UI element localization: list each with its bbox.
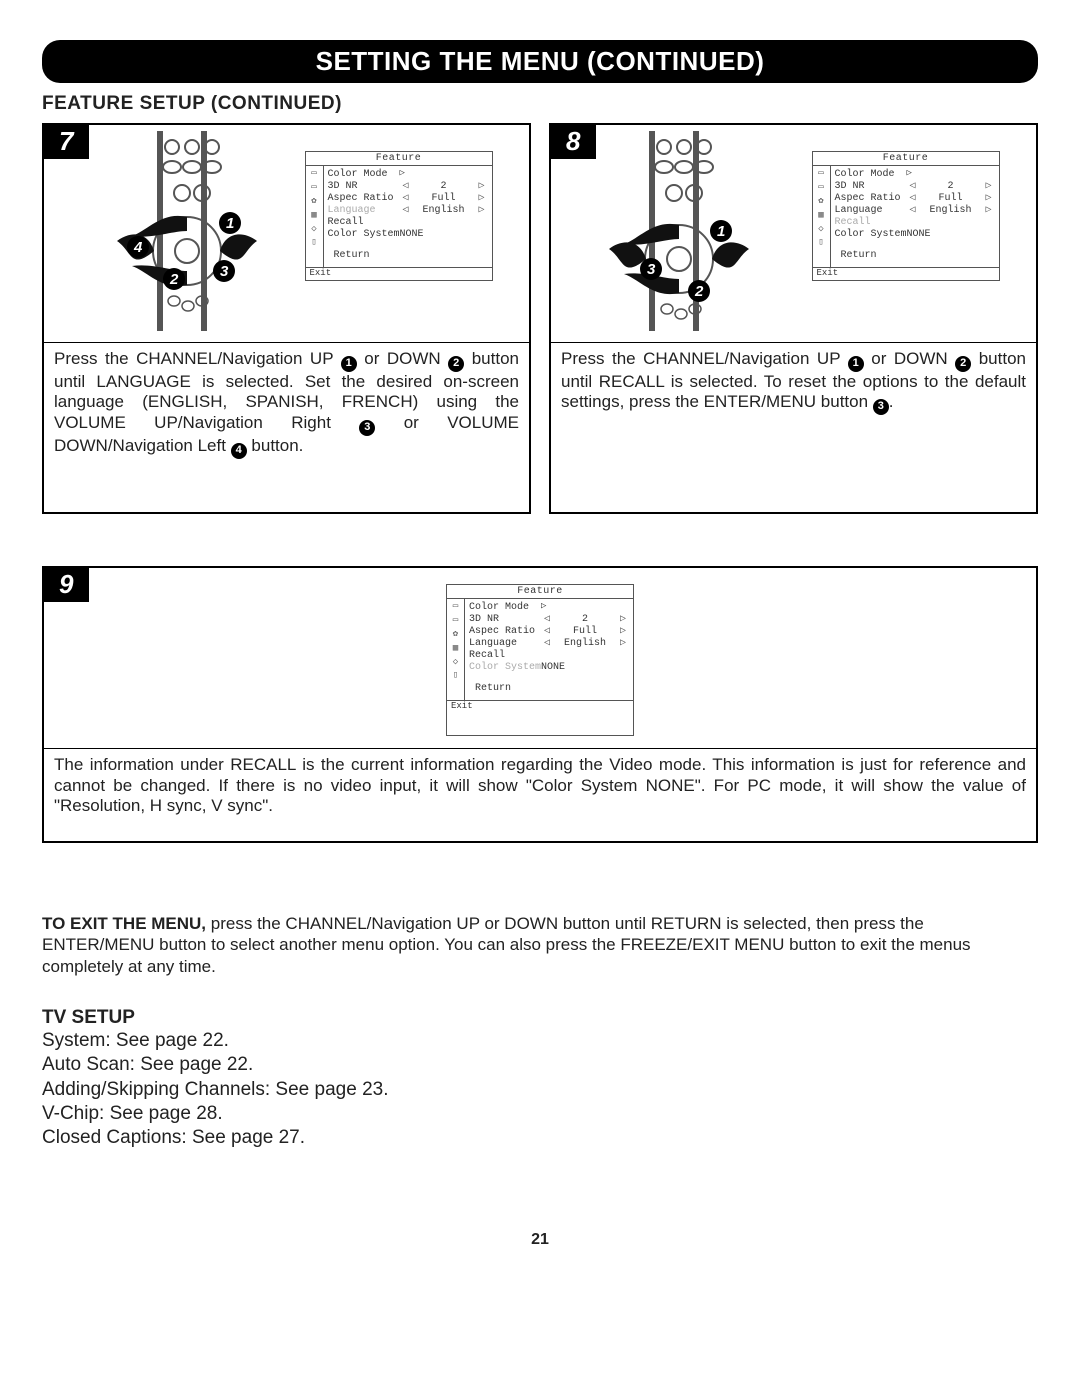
step-number-badge: 8 bbox=[550, 124, 596, 159]
svg-text:3: 3 bbox=[220, 263, 229, 280]
svg-text:3: 3 bbox=[647, 261, 656, 278]
osd-icon-column: ▭ ▭ ✿ ▦ ◇ ▯ bbox=[813, 166, 831, 267]
osd-menu-feature: Feature ▭ ▭ ✿ ▦ ◇ ▯ Color Mode▷ 3D NR◁2▷… bbox=[446, 584, 634, 736]
osd-icon: ▦ bbox=[311, 211, 316, 221]
osd-row-aspect: Aspec Ratio◁Full▷ bbox=[469, 625, 629, 637]
step-number-badge: 7 bbox=[43, 124, 89, 159]
circled-3-icon: 3 bbox=[873, 399, 889, 415]
osd-exit: Exit bbox=[447, 700, 633, 713]
osd-icon: ▦ bbox=[453, 644, 458, 654]
tv-setup-line: System: See page 22. bbox=[42, 1029, 1038, 1053]
osd-icon: ✿ bbox=[311, 197, 316, 207]
circled-4-icon: 4 bbox=[231, 443, 247, 459]
svg-text:2: 2 bbox=[694, 283, 704, 300]
osd-icon: ▦ bbox=[818, 211, 823, 221]
osd-row-3dnr: 3D NR◁2▷ bbox=[835, 180, 995, 192]
exit-menu-note: TO EXIT THE MENU, press the CHANNEL/Navi… bbox=[42, 913, 1038, 977]
osd-row-colormode: Color Mode▷ bbox=[328, 168, 488, 180]
osd-row-aspect: Aspec Ratio◁Full▷ bbox=[328, 192, 488, 204]
feature-setup-subhead: FEATURE SETUP (CONTINUED) bbox=[42, 93, 1038, 115]
tv-setup-line: Closed Captions: See page 27. bbox=[42, 1126, 1038, 1150]
osd-icon: ▭ bbox=[311, 169, 316, 179]
page-banner: SETTING THE MENU (CONTINUED) bbox=[42, 40, 1038, 83]
osd-title: Feature bbox=[813, 152, 999, 166]
osd-return: Return bbox=[328, 240, 488, 267]
osd-icon-column: ▭ ▭ ✿ ▦ ◇ ▯ bbox=[447, 599, 465, 700]
osd-icon: ✿ bbox=[453, 630, 458, 640]
osd-row-recall: Recall bbox=[328, 216, 488, 228]
svg-text:4: 4 bbox=[133, 239, 143, 256]
remote-control-illustration: 1 2 3 4 bbox=[102, 131, 262, 336]
osd-exit: Exit bbox=[306, 267, 492, 280]
circled-1-icon: 1 bbox=[341, 356, 357, 372]
osd-row-language: Language◁English▷ bbox=[835, 204, 995, 216]
circled-1-icon: 1 bbox=[848, 356, 864, 372]
osd-icon: ▭ bbox=[453, 616, 458, 626]
osd-row-aspect: Aspec Ratio◁Full▷ bbox=[835, 192, 995, 204]
step-number-badge: 9 bbox=[43, 567, 89, 602]
osd-row-language-selected: Language◁English▷ bbox=[328, 204, 488, 216]
osd-row-recall-selected: Recall bbox=[835, 216, 995, 228]
step-9: 9 Feature ▭ ▭ ✿ ▦ ◇ ▯ Color Mode▷ 3D NR◁… bbox=[42, 566, 1038, 843]
tv-setup-heading: TV SETUP bbox=[42, 1007, 1038, 1029]
osd-row-colorsys: Color SystemNONE bbox=[328, 228, 488, 240]
osd-icon: ▯ bbox=[311, 238, 316, 248]
osd-row-colormode: Color Mode▷ bbox=[469, 601, 629, 613]
svg-text:2: 2 bbox=[169, 271, 179, 288]
osd-row-3dnr: 3D NR◁2▷ bbox=[469, 613, 629, 625]
osd-return: Return bbox=[835, 240, 995, 267]
tv-setup-line: Adding/Skipping Channels: See page 23. bbox=[42, 1078, 1038, 1102]
step-8-caption: Press the CHANNEL/Navigation UP 1 or DOW… bbox=[551, 342, 1036, 512]
page-number: 21 bbox=[42, 1231, 1038, 1249]
osd-row-language: Language◁English▷ bbox=[469, 637, 629, 649]
circled-2-icon: 2 bbox=[448, 356, 464, 372]
osd-icon-column: ▭ ▭ ✿ ▦ ◇ ▯ bbox=[306, 166, 324, 267]
osd-icon: ✿ bbox=[818, 197, 823, 207]
step-7: 7 bbox=[42, 123, 531, 514]
osd-menu-feature: Feature ▭ ▭ ✿ ▦ ◇ ▯ Color Mode bbox=[305, 151, 493, 281]
osd-icon: ▯ bbox=[818, 238, 823, 248]
tv-setup-lines: System: See page 22. Auto Scan: See page… bbox=[42, 1029, 1038, 1151]
tv-setup-line: Auto Scan: See page 22. bbox=[42, 1053, 1038, 1077]
step-8: 8 bbox=[549, 123, 1038, 514]
osd-icon: ◇ bbox=[818, 225, 823, 235]
circled-3-icon: 3 bbox=[359, 420, 375, 436]
osd-row-colorsys: Color SystemNONE bbox=[835, 228, 995, 240]
remote-control-illustration: 1 2 3 bbox=[609, 131, 769, 336]
osd-menu-feature: Feature ▭ ▭ ✿ ▦ ◇ ▯ Color Mode bbox=[812, 151, 1000, 281]
osd-icon: ▭ bbox=[818, 169, 823, 179]
svg-text:1: 1 bbox=[226, 215, 234, 232]
osd-icon: ▭ bbox=[311, 183, 316, 193]
osd-row-recall: Recall bbox=[469, 649, 629, 661]
circled-2-icon: 2 bbox=[955, 356, 971, 372]
osd-row-colorsys-selected: Color SystemNONE bbox=[469, 661, 629, 673]
osd-title: Feature bbox=[447, 585, 633, 599]
tv-setup-line: V-Chip: See page 28. bbox=[42, 1102, 1038, 1126]
step-9-caption: The information under RECALL is the curr… bbox=[44, 748, 1036, 841]
osd-row-colormode: Color Mode▷ bbox=[835, 168, 995, 180]
osd-icon: ◇ bbox=[453, 658, 458, 668]
step-7-caption: Press the CHANNEL/Navigation UP 1 or DOW… bbox=[44, 342, 529, 512]
osd-return: Return bbox=[469, 673, 629, 700]
osd-icon: ▭ bbox=[818, 183, 823, 193]
osd-icon: ▯ bbox=[453, 671, 458, 681]
svg-text:1: 1 bbox=[717, 223, 725, 240]
osd-title: Feature bbox=[306, 152, 492, 166]
osd-icon: ▭ bbox=[453, 602, 458, 612]
osd-exit: Exit bbox=[813, 267, 999, 280]
osd-row-3dnr: 3D NR◁2▷ bbox=[328, 180, 488, 192]
osd-icon: ◇ bbox=[311, 225, 316, 235]
